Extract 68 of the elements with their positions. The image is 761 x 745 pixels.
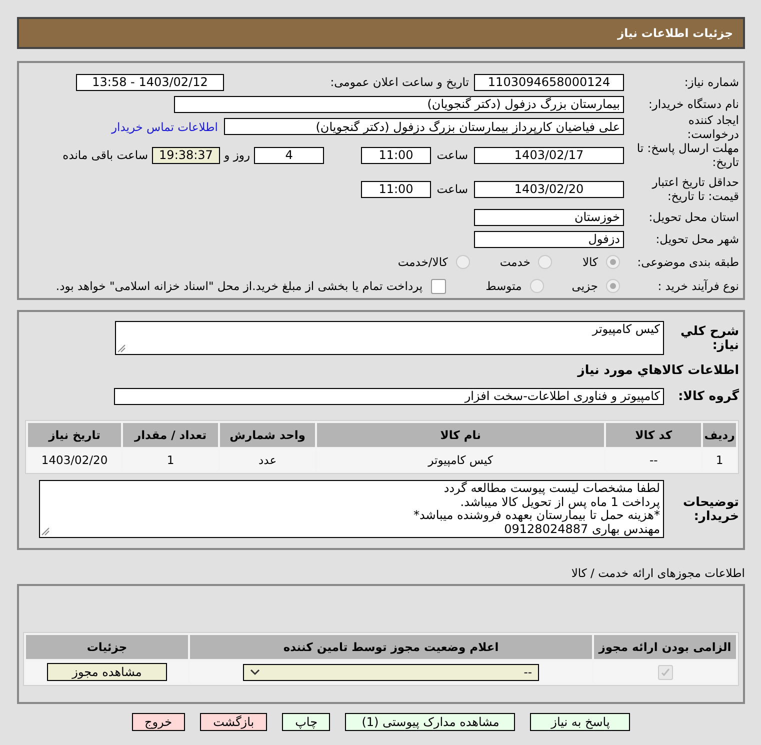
action-button[interactable]: خروج <box>132 713 186 731</box>
summary-field[interactable]: کیس کامپیوتر <box>115 321 664 355</box>
column-header: نام کالا <box>317 423 604 447</box>
field-label: شرح کلي نیاز: <box>680 324 739 352</box>
deadline-date-field[interactable]: 1403/02/17 <box>474 146 624 164</box>
field-label: شماره نیاز: <box>683 75 739 89</box>
view-license-button[interactable]: مشاهده مجوز <box>47 663 167 681</box>
checkbox[interactable] <box>430 278 446 294</box>
field-label: شهر محل تحویل: <box>654 232 739 246</box>
days-label: روز و <box>222 148 250 162</box>
column-header: ردیف <box>703 423 736 447</box>
section-title: اطلاعات کالاهاي مورد نیاز <box>576 363 739 377</box>
validity-time-field[interactable]: 11:00 <box>361 180 431 198</box>
field-label: تاریخ و ساعت اعلان عمومی: <box>329 75 469 89</box>
remaining-label: ساعت باقی مانده <box>62 148 148 162</box>
action-button[interactable]: مشاهده مدارک پیوستی (1) <box>345 713 516 731</box>
field-label: نوع فرآیند خرید : <box>656 279 739 293</box>
announce-date-field[interactable]: 1403/02/12 - 13:58 <box>76 74 224 90</box>
buyer-contact-link[interactable]: اطلاعات تماس خریدار <box>111 120 218 134</box>
need-number-field[interactable]: 1103094658000124 <box>474 74 624 90</box>
buyer-org-field[interactable]: بیمارستان بزرگ دزفول (دکتر گنجویان) <box>174 96 624 112</box>
radio-label: کالا/خدمت <box>398 255 448 269</box>
province-field[interactable]: خوزستان <box>474 208 624 226</box>
field-label: گروه کالا: <box>677 389 739 403</box>
radio-button[interactable] <box>456 255 470 269</box>
action-button[interactable]: چاپ <box>282 713 330 731</box>
chevron-down-icon <box>250 668 260 676</box>
time-label: ساعت <box>436 182 468 196</box>
city-field[interactable]: دزفول <box>474 230 624 248</box>
notes-field[interactable]: لطفا مشخصات لیست پیوست مطالعه گردد پرداخت 1 ماه پس از تحویل کالا میباشد. *هزینه حمل تا بیمارستان بعهده فروشنده میباشد* مهندس بهاری 09128024887 <box>39 480 664 538</box>
column-header: واحد شمارش <box>220 423 316 447</box>
resize-grip-icon[interactable] <box>117 344 126 353</box>
radio-label: کالا <box>582 255 598 269</box>
action-button[interactable]: بازگشت <box>200 713 268 731</box>
field-label: استان محل تحویل: <box>648 210 739 224</box>
radio-button[interactable] <box>538 255 552 269</box>
field-label: توضیحات خریدار: <box>682 495 739 523</box>
deadline-time-field[interactable]: 11:00 <box>361 146 431 164</box>
payment-label: پرداخت تمام یا بخشی از مبلغ خرید.از محل "اسناد خزانه اسلامی" خواهد بود. <box>56 279 423 293</box>
radio-label: متوسط <box>486 279 522 293</box>
field-label: طبقه بندی موضوعی: <box>636 255 739 269</box>
radio-label: جزیی <box>572 279 598 293</box>
radio-label: خدمت <box>500 255 530 269</box>
field-label: مهلت ارسال پاسخ: تا تاریخ: <box>636 141 739 169</box>
column-header: تعداد / مقدار <box>123 423 218 447</box>
section-title: اطلاعات مجوزهای ارائه خدمت / کالا <box>571 566 745 580</box>
column-header: کد کالا <box>606 423 702 447</box>
field-label: نام دستگاه خریدار: <box>647 97 739 111</box>
radio-button[interactable] <box>606 279 620 293</box>
column-header: اعلام وضعیت مجوز توسط تامین کننده <box>190 635 592 659</box>
check-icon <box>660 668 670 676</box>
remaining-time-field[interactable]: 19:38:37 <box>152 146 220 164</box>
resize-grip-icon[interactable] <box>41 527 50 536</box>
requester-field[interactable]: علی فیاضیان کارپرداز بیمارستان بزرگ دزفول (دکتر گنجویان) <box>224 118 624 135</box>
action-button[interactable]: پاسخ به نیاز <box>530 713 630 731</box>
field-label: حداقل تاریخ اعتبار قیمت: تا تاریخ: <box>650 175 739 203</box>
column-header: تاریخ نیاز <box>28 423 122 447</box>
radio-button[interactable] <box>530 279 544 293</box>
time-label: ساعت <box>436 148 468 162</box>
column-header: الزامی بودن ارائه مجوز <box>594 635 736 659</box>
status-dropdown[interactable]: -- <box>243 664 539 680</box>
field-label: ایجاد کننده درخواست: <box>686 112 739 140</box>
validity-date-field[interactable]: 1403/02/20 <box>474 180 624 198</box>
days-field[interactable]: 4 <box>254 146 324 164</box>
goods-group-field[interactable]: کامپیوتر و فناوری اطلاعات-سخت افزار <box>114 388 664 404</box>
radio-button[interactable] <box>606 255 620 269</box>
column-header: جزئیات <box>26 635 188 659</box>
page-title: جزئیات اطلاعات نیاز <box>617 26 733 40</box>
